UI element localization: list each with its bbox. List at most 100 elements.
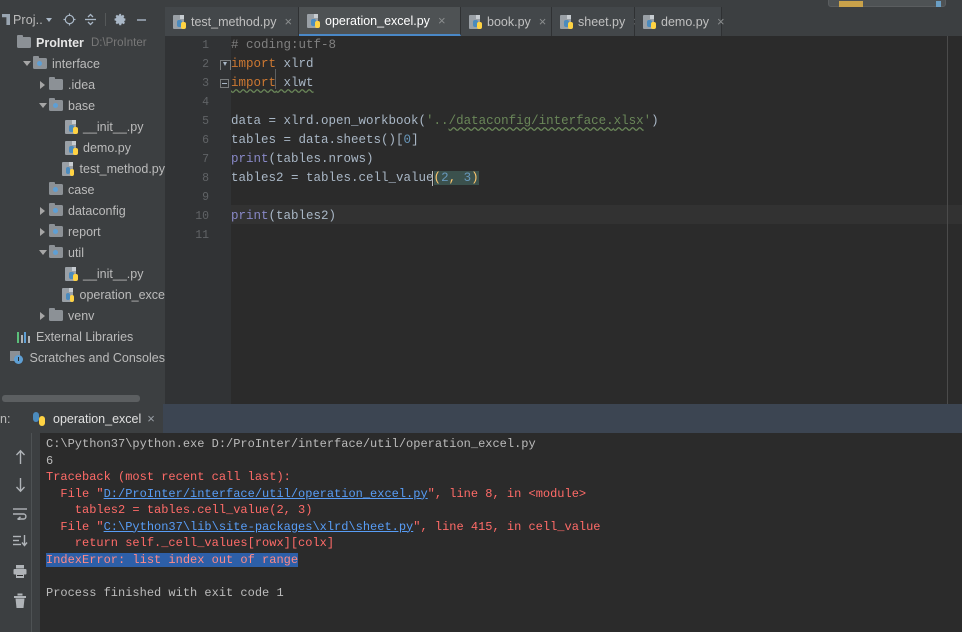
scratches-consoles-icon: [9, 351, 24, 364]
tree-toggle-down-icon[interactable]: [36, 250, 49, 255]
down-arrow-icon[interactable]: [10, 475, 30, 495]
console-stdout: 6: [46, 453, 54, 468]
tree-item-label: ProInter: [36, 35, 84, 50]
tree-toggle-down-icon[interactable]: [36, 103, 49, 108]
tree-item--idea[interactable]: .idea: [0, 74, 165, 95]
soft-wrap-icon[interactable]: [10, 503, 30, 523]
tree-item-label: .idea: [68, 77, 96, 92]
editor-tab-book-py[interactable]: book.py ×: [461, 7, 552, 36]
tree-item-prointer[interactable]: ProInter D:\ProInter: [0, 32, 165, 53]
editor-tab-close-icon[interactable]: ×: [284, 14, 292, 29]
code-line-10: print(tables2): [231, 209, 337, 223]
python-file-icon: [560, 14, 573, 29]
tree-item-case[interactable]: case: [0, 179, 165, 200]
code-line-2: import xlrd: [231, 57, 314, 71]
editor-tab-label: test_method.py: [191, 14, 277, 29]
tree-item-interface[interactable]: interface: [0, 53, 165, 74]
project-panel-title-label: Proj..: [13, 12, 43, 27]
code-line-8: tables2 = tables.cell_value(2, 3): [231, 171, 479, 185]
editor-tab-close-icon[interactable]: ×: [438, 13, 446, 28]
console-frame-code-1: tables2 = tables.cell_value(2, 3): [46, 503, 313, 517]
editor-tab-sheet-py[interactable]: sheet.py×: [552, 7, 641, 36]
line-number: 9: [202, 191, 209, 204]
tree-item-dataconfig[interactable]: dataconfig: [0, 200, 165, 221]
tree-toggle-right-icon[interactable]: [36, 206, 49, 215]
console-frame-code-2: return self._cell_values[rowx][colx]: [46, 536, 335, 550]
fold-minus-icon[interactable]: [220, 79, 229, 88]
tree-item-label: __init__.py: [83, 266, 144, 281]
code-line-7: print(tables.nrows): [231, 152, 374, 166]
code-folding-column[interactable]: [218, 36, 276, 404]
python-logo-icon: [33, 411, 47, 426]
tree-toggle-right-icon[interactable]: [36, 80, 49, 89]
tree-item-label: report: [68, 224, 101, 239]
console-file-link[interactable]: C:\Python37\lib\site-packages\xlrd\sheet…: [104, 520, 414, 534]
editor-tab-operation_excel-py[interactable]: operation_excel.py ×: [299, 7, 461, 36]
editor-tab-test_method-py[interactable]: test_method.py ×: [165, 7, 299, 36]
editor-tab-label: demo.py: [661, 14, 709, 29]
line-number: 1: [202, 39, 209, 52]
print-icon[interactable]: [10, 561, 30, 581]
code-line-6: tables = data.sheets()[0]: [231, 133, 419, 147]
run-tab-operation-excel[interactable]: operation_excel ×: [25, 404, 163, 433]
tree-item-label: dataconfig: [68, 203, 126, 218]
editor-tab-close-icon[interactable]: ×: [539, 14, 547, 29]
tree-item-__init__-py[interactable]: __init__.py: [0, 263, 165, 284]
tree-item-test_method-py[interactable]: test_method.py: [0, 158, 165, 179]
tree-item-report[interactable]: report: [0, 221, 165, 242]
trash-icon[interactable]: [10, 591, 30, 611]
settings-gear-icon[interactable]: [110, 9, 131, 30]
tree-toggle-right-icon[interactable]: [36, 227, 49, 236]
code-text-area[interactable]: # coding:utf-8 import xlrd import xlwt data…: [231, 36, 962, 404]
tree-item-demo-py[interactable]: demo.py: [0, 137, 165, 158]
tree-toggle-down-icon[interactable]: [20, 61, 33, 66]
editor-gutter[interactable]: 1 2 3 4 5 6 7 8 9 10 11: [165, 36, 218, 404]
tree-item-operation_exce[interactable]: operation_exce: [0, 284, 165, 305]
external-libraries-icon: [17, 331, 30, 343]
editor-tab-label: sheet.py: [578, 14, 626, 29]
project-panel-header: Proj..: [0, 7, 165, 32]
console-traceback-header: Traceback (most recent call last):: [46, 470, 291, 484]
console-blank: [46, 568, 956, 585]
tree-item-label: External Libraries: [36, 329, 134, 344]
line-number: 7: [202, 153, 209, 166]
tree-item-__init__-py[interactable]: __init__.py: [0, 116, 165, 137]
python-file-icon: [65, 266, 78, 281]
tree-item-util[interactable]: util: [0, 242, 165, 263]
toolbar-divider: [104, 13, 106, 26]
code-editor[interactable]: 1 2 3 4 5 6 7 8 9 10 11 # coding:utf-8 import xlrd i…: [165, 36, 962, 404]
tree-item-path: D:\ProInter: [90, 36, 147, 49]
source-folder-icon: [49, 203, 63, 216]
tree-item-venv[interactable]: venv: [0, 305, 165, 326]
collapse-all-icon[interactable]: [80, 9, 101, 30]
console-file-link[interactable]: D:/ProInter/interface/util/operation_exc…: [104, 487, 428, 501]
tree-item-label: demo.py: [83, 140, 131, 155]
tree-item-label: test_method.py: [79, 161, 165, 176]
line-number: 3: [202, 77, 209, 90]
run-tab-close-icon[interactable]: ×: [147, 411, 155, 426]
editor-tab-demo-py[interactable]: demo.py ×: [635, 7, 725, 36]
editor-tab-bar: test_method.py × operation_excel.py × book.p…: [165, 7, 962, 36]
tree-item-scratches-and-consoles[interactable]: Scratches and Consoles: [0, 347, 165, 368]
tree-item-base[interactable]: base: [0, 95, 165, 116]
python-file-icon: [469, 14, 482, 29]
line-number: 11: [195, 229, 209, 242]
rerun-up-icon[interactable]: [10, 447, 30, 467]
project-tree-horizontal-scrollbar[interactable]: [2, 395, 140, 402]
console-output-text: C:\Python37\python.exe D:/ProInter/inter…: [46, 436, 956, 601]
tree-toggle-right-icon[interactable]: [36, 311, 49, 320]
scroll-to-end-icon[interactable]: [10, 531, 30, 551]
editor-tab-close-icon[interactable]: ×: [717, 14, 725, 29]
fold-arrow-icon[interactable]: [220, 60, 231, 70]
source-folder-icon: [49, 182, 63, 195]
python-file-icon: [61, 287, 75, 302]
top-strip: [0, 0, 962, 7]
project-panel-title[interactable]: Proj..: [13, 13, 52, 27]
locate-icon[interactable]: [59, 9, 80, 30]
minimize-icon[interactable]: [131, 9, 152, 30]
tree-item-external-libraries[interactable]: External Libraries: [0, 326, 165, 347]
source-folder-icon: [49, 224, 63, 237]
code-line-1: # coding:utf-8: [231, 38, 337, 52]
console-error-line: IndexError: list index out of range: [46, 552, 299, 567]
run-console[interactable]: C:\Python37\python.exe D:/ProInter/inter…: [0, 433, 962, 632]
